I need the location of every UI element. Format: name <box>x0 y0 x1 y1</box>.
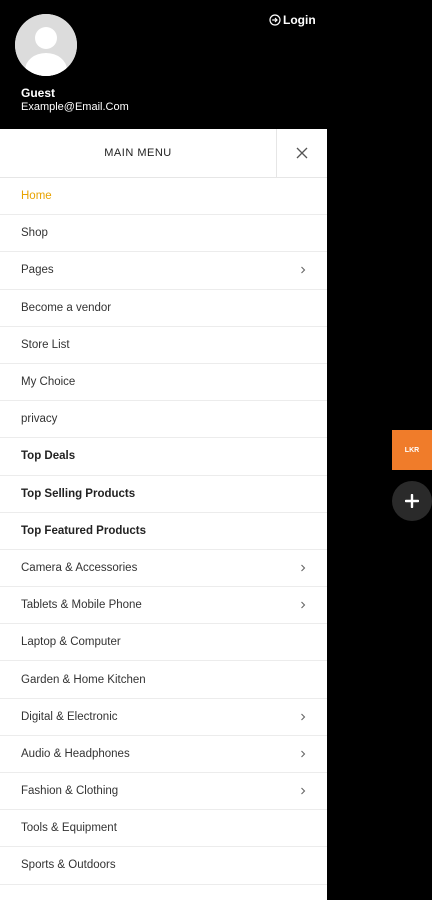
menu-item-label: Laptop & Computer <box>21 636 121 649</box>
menu-item-label: Garden & Home Kitchen <box>21 673 146 686</box>
currency-tab[interactable]: LKR <box>392 430 432 470</box>
menu-item[interactable]: Top Selling Products <box>0 476 327 513</box>
menu-item[interactable]: Fashion & Clothing <box>0 773 327 811</box>
menu-item[interactable]: Sports & Outdoors <box>0 847 327 885</box>
user-placeholder-icon <box>15 14 77 76</box>
menu-item-label: Top Featured Products <box>21 524 147 537</box>
menu-item[interactable]: Top Deals <box>0 438 327 476</box>
menu-item-label: Shop <box>21 227 48 240</box>
menu-item-label: Pages <box>21 264 54 277</box>
menu-list: Home Shop Pages Become a vendor Store List My… <box>0 178 327 885</box>
menu-item-label: Top Selling Products <box>21 487 136 500</box>
close-icon <box>296 147 308 159</box>
user-name: Guest <box>21 86 56 100</box>
menu-item-label: Camera & Accessories <box>21 561 138 574</box>
drawer-header: Login Guest Example@Email.Com <box>0 0 327 129</box>
menu-item[interactable]: privacy <box>0 401 327 439</box>
menu-item[interactable]: Tools & Equipment <box>0 810 327 848</box>
login-label: Login <box>283 13 316 27</box>
menu-item[interactable]: Laptop & Computer <box>0 624 327 662</box>
navigation-drawer: Login Guest Example@Email.Com MAIN MENU … <box>0 0 327 900</box>
avatar[interactable] <box>15 14 77 76</box>
chevron-right-icon <box>301 601 306 609</box>
chevron-right-icon <box>301 267 306 274</box>
menu-item-label: Tools & Equipment <box>21 822 117 835</box>
menu-item[interactable]: Shop <box>0 215 327 253</box>
currency-tab-label: LKR <box>404 446 420 454</box>
menu-item-label: My Choice <box>21 376 76 389</box>
menu-item-label: Tablets & Mobile Phone <box>21 599 142 612</box>
menu-item-label: Home <box>21 190 52 203</box>
menu-item-label: Audio & Headphones <box>21 747 130 760</box>
login-button[interactable]: Login <box>269 13 316 27</box>
menu-item[interactable]: Audio & Headphones <box>0 736 327 773</box>
login-arrow-icon <box>269 14 281 26</box>
menu-item[interactable]: Become a vendor <box>0 290 327 327</box>
menu-item[interactable]: Store List <box>0 327 327 364</box>
plus-icon <box>405 494 419 508</box>
add-button[interactable] <box>392 481 432 521</box>
menu-item[interactable]: Digital & Electronic <box>0 699 327 736</box>
menu-item[interactable]: Top Featured Products <box>0 513 327 550</box>
chevron-right-icon <box>301 787 306 795</box>
close-button[interactable] <box>276 129 327 177</box>
menu-item-label: Top Deals <box>21 450 76 463</box>
menu-item[interactable]: Garden & Home Kitchen <box>0 661 327 699</box>
chevron-right-icon <box>301 750 306 758</box>
menu-item-label: Fashion & Clothing <box>21 785 119 798</box>
chevron-right-icon <box>301 713 306 721</box>
chevron-right-icon <box>301 564 306 572</box>
menu-item-label: Become a vendor <box>21 301 112 314</box>
menu-item[interactable]: Tablets & Mobile Phone <box>0 587 327 625</box>
menu-title: MAIN MENU <box>104 147 172 159</box>
menu-item[interactable]: Home <box>0 178 327 216</box>
menu-item-label: Digital & Electronic <box>21 710 118 723</box>
menu-bar: MAIN MENU <box>0 129 327 178</box>
menu-item-label: Store List <box>21 338 70 351</box>
menu-item[interactable]: My Choice <box>0 364 327 402</box>
menu-item-label: privacy <box>21 413 58 426</box>
user-email: Example@Email.Com <box>21 101 129 113</box>
menu-item[interactable]: Pages <box>0 252 327 290</box>
menu-item[interactable]: Camera & Accessories <box>0 550 327 588</box>
menu-item-label: Sports & Outdoors <box>21 859 116 872</box>
